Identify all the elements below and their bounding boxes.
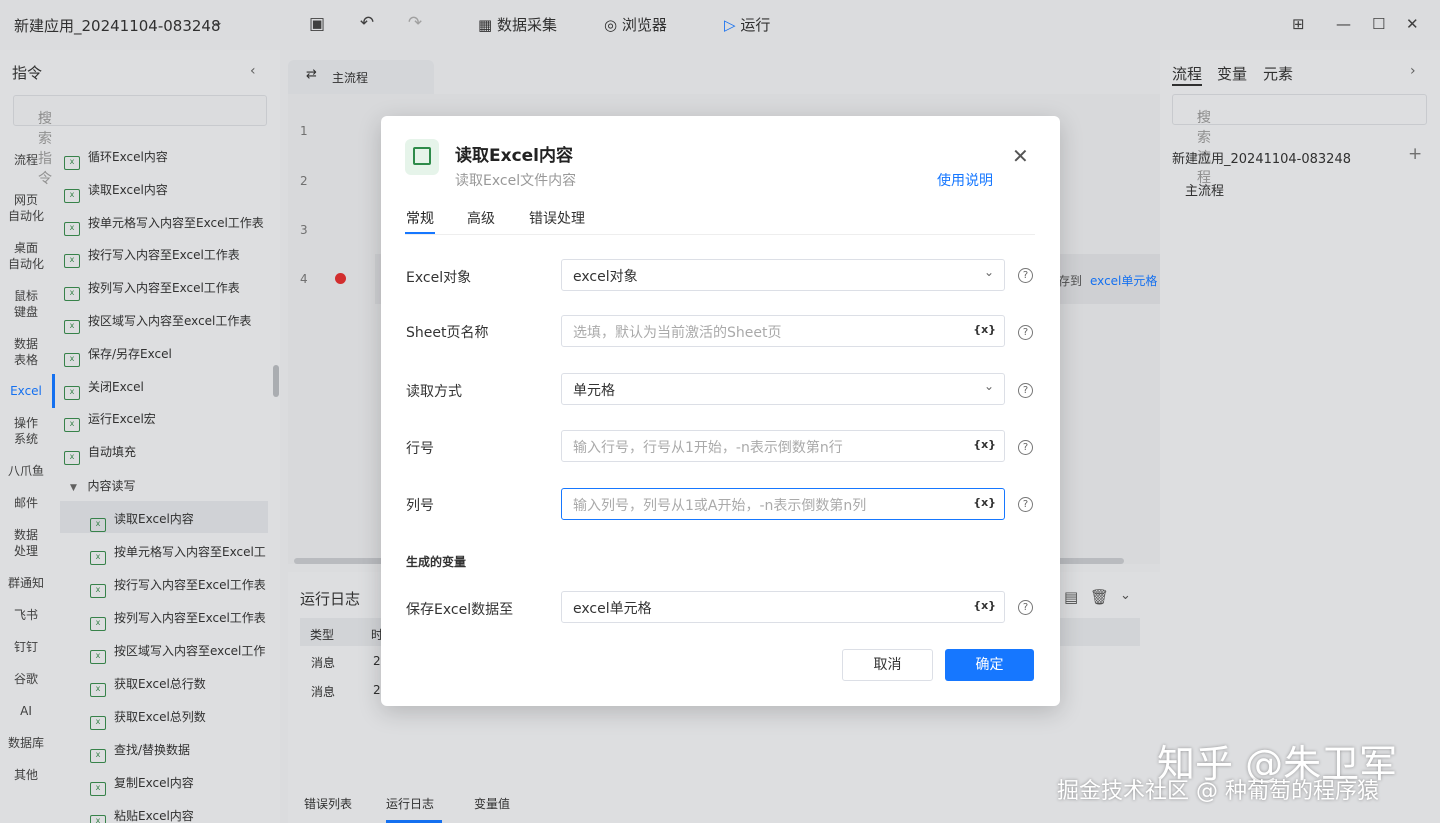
help-icon[interactable]: ?: [1018, 383, 1033, 398]
field-label: 行号: [406, 441, 434, 457]
field-placeholder: 输入行号，行号从1开始，-n表示倒数第n行: [573, 440, 843, 456]
column-number-input[interactable]: 输入列号，列号从1或A开始，-n表示倒数第n列 {x}: [561, 488, 1005, 520]
variable-icon[interactable]: {x}: [973, 323, 996, 336]
field-label: 读取方式: [406, 384, 462, 400]
sheet-name-input[interactable]: 选填，默认为当前激活的Sheet页 {x}: [561, 315, 1005, 347]
variable-icon[interactable]: {x}: [973, 496, 996, 509]
output-variable-input[interactable]: excel单元格 {x}: [561, 591, 1005, 623]
field-placeholder: 输入列号，列号从1或A开始，-n表示倒数第n列: [573, 498, 867, 514]
tab-divider: [405, 234, 1035, 235]
active-tab-indicator: [405, 232, 435, 234]
tab-error-handling[interactable]: 错误处理: [529, 208, 585, 228]
field-label: Excel对象: [406, 270, 472, 286]
field-value: excel对象: [573, 269, 638, 285]
field-label: 列号: [406, 498, 434, 514]
tab-advanced[interactable]: 高级: [467, 208, 495, 228]
dialog-title: 读取Excel内容: [455, 146, 574, 166]
field-label: Sheet页名称: [406, 325, 489, 341]
ok-button[interactable]: 确定: [945, 649, 1034, 681]
help-icon[interactable]: ?: [1018, 325, 1033, 340]
help-link[interactable]: 使用说明: [937, 170, 993, 190]
tab-general[interactable]: 常规: [406, 208, 434, 228]
variable-icon[interactable]: {x}: [973, 599, 996, 612]
excel-icon: [405, 139, 439, 175]
help-icon[interactable]: ?: [1018, 600, 1033, 615]
field-value: 单元格: [573, 383, 615, 399]
field-label: 保存Excel数据至: [406, 602, 514, 618]
field-placeholder: 选填，默认为当前激活的Sheet页: [573, 325, 782, 341]
dialog-subtitle: 读取Excel文件内容: [455, 173, 577, 189]
help-icon[interactable]: ?: [1018, 497, 1033, 512]
variable-icon[interactable]: {x}: [973, 438, 996, 451]
cancel-button[interactable]: 取消: [842, 649, 933, 681]
excel-object-select[interactable]: excel对象 ⌄: [561, 259, 1005, 291]
close-icon[interactable]: ✕: [1012, 144, 1029, 168]
read-mode-select[interactable]: 单元格 ⌄: [561, 373, 1005, 405]
help-icon[interactable]: ?: [1018, 440, 1033, 455]
watermark: 掘金技术社区 @ 种葡萄的程序猿: [1057, 779, 1379, 804]
chevron-down-icon: ⌄: [983, 265, 994, 279]
chevron-down-icon: ⌄: [983, 379, 994, 393]
help-icon[interactable]: ?: [1018, 268, 1033, 283]
generated-vars-heading: 生成的变量: [406, 555, 467, 569]
row-number-input[interactable]: 输入行号，行号从1开始，-n表示倒数第n行 {x}: [561, 430, 1005, 462]
field-value: excel单元格: [573, 601, 652, 617]
